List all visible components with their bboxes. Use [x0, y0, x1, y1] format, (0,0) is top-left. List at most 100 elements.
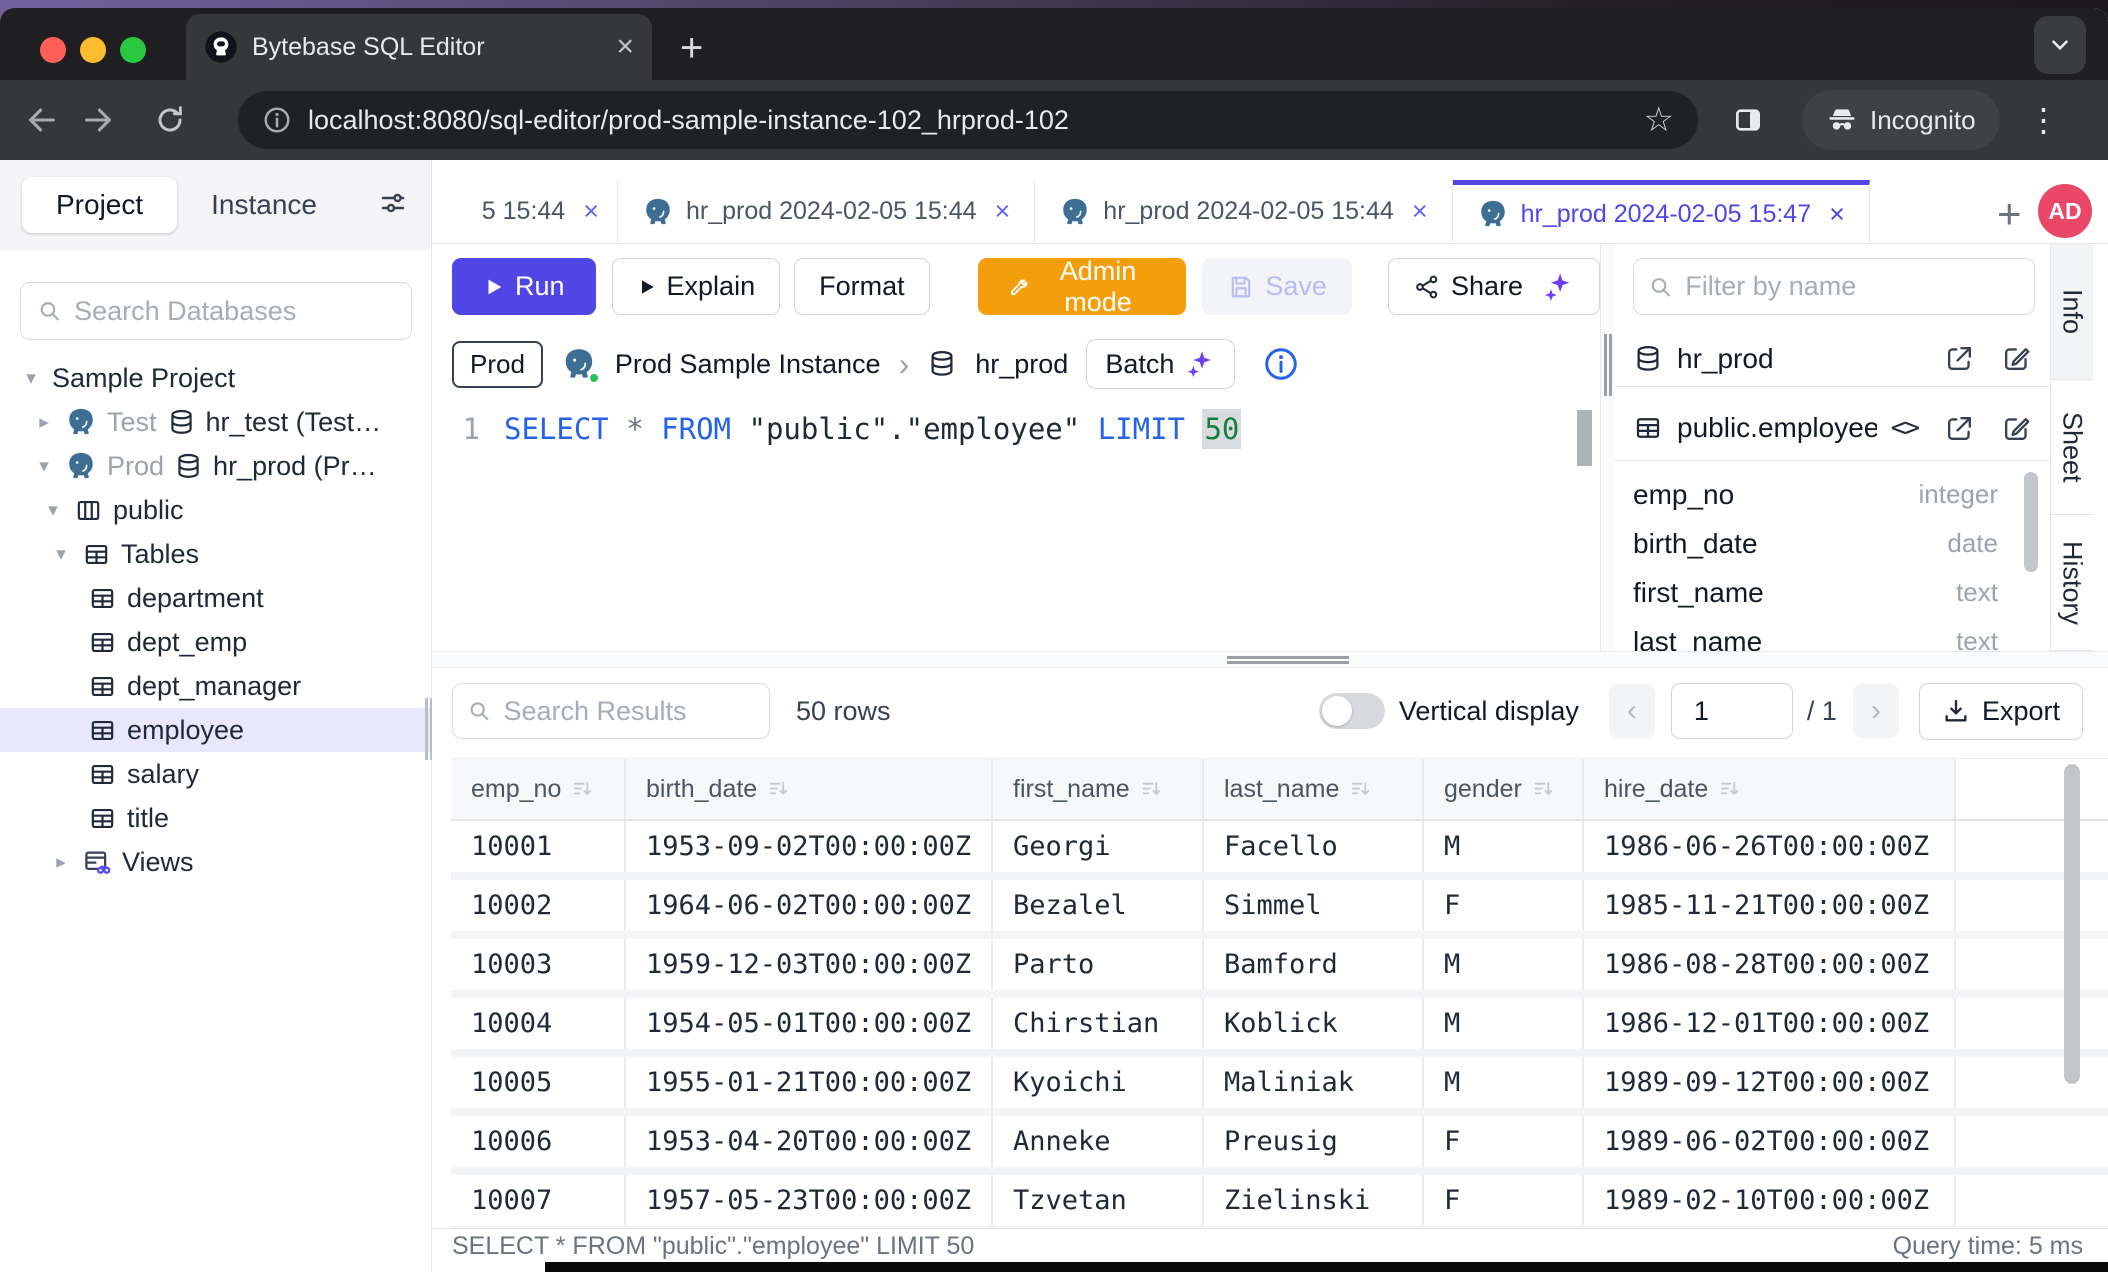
- tree-item-sample-project[interactable]: ▾Sample Project: [0, 356, 430, 400]
- column-header-birth_date[interactable]: birth_date: [626, 759, 993, 819]
- tree-item-department[interactable]: department: [0, 576, 430, 620]
- column-row-birth_date[interactable]: birth_datedate: [1633, 519, 2032, 568]
- editor-scrollbar[interactable]: [1577, 410, 1592, 466]
- sort-icon[interactable]: [1718, 778, 1741, 801]
- table-row[interactable]: 100071957-05-23T00:00:00ZTzvetanZielinsk…: [451, 1175, 2108, 1234]
- url-bar[interactable]: localhost:8080/sql-editor/prod-sample-in…: [238, 91, 1698, 149]
- filter-input[interactable]: [1685, 271, 2020, 302]
- column-header-gender[interactable]: gender: [1424, 759, 1584, 819]
- results-search-box[interactable]: [452, 683, 770, 739]
- side-tab-history[interactable]: History: [2051, 515, 2093, 650]
- sheet-tab-4[interactable]: hr_prod 2024-02-05 15:47×: [1453, 180, 1870, 243]
- tab-instance[interactable]: Instance: [177, 177, 351, 233]
- instance-name[interactable]: Prod Sample Instance: [615, 349, 881, 380]
- sort-icon[interactable]: [1140, 778, 1163, 801]
- window-minimize-button[interactable]: [80, 37, 106, 63]
- sheet-tab-1[interactable]: 5 15:44×: [432, 180, 618, 243]
- results-search-input[interactable]: [503, 696, 755, 727]
- chevron-down-icon[interactable]: ▾: [33, 455, 55, 478]
- save-button[interactable]: Save: [1202, 258, 1352, 315]
- filter-settings-button[interactable]: [378, 188, 408, 223]
- page-number-input[interactable]: [1671, 683, 1793, 739]
- close-icon[interactable]: ×: [583, 196, 599, 227]
- close-icon[interactable]: ×: [1412, 196, 1428, 227]
- user-avatar[interactable]: AD: [2038, 184, 2092, 238]
- results-splitter[interactable]: [432, 651, 2108, 668]
- view-code-icon[interactable]: <>: [1891, 413, 1918, 443]
- chevron-down-icon[interactable]: ▾: [42, 499, 64, 522]
- tree-item-tables[interactable]: ▾Tables: [0, 532, 430, 576]
- tab-project[interactable]: Project: [22, 177, 177, 233]
- new-sheet-button[interactable]: +: [1997, 190, 2022, 238]
- explain-button[interactable]: Explain: [612, 258, 781, 315]
- close-icon[interactable]: ×: [1829, 199, 1845, 230]
- database-search-box[interactable]: [20, 282, 412, 340]
- chevron-down-icon[interactable]: ▾: [50, 543, 72, 566]
- side-panel-button[interactable]: [1720, 92, 1776, 148]
- forward-button[interactable]: [70, 92, 126, 148]
- share-button[interactable]: Share: [1388, 258, 1600, 315]
- site-info-icon[interactable]: [262, 105, 292, 135]
- tree-item-salary[interactable]: salary: [0, 752, 430, 796]
- column-header-emp_no[interactable]: emp_no: [451, 759, 626, 819]
- prev-page-button[interactable]: ‹: [1609, 684, 1655, 738]
- browser-menu-button[interactable]: ⋮: [2028, 101, 2060, 139]
- chevron-right-icon[interactable]: ▸: [33, 411, 55, 434]
- info-icon[interactable]: [1263, 346, 1299, 382]
- column-row-emp_no[interactable]: emp_nointeger: [1633, 470, 2032, 519]
- side-tab-info[interactable]: Info: [2051, 244, 2093, 380]
- batch-button[interactable]: Batch: [1086, 339, 1235, 389]
- export-button[interactable]: Export: [1919, 683, 2083, 740]
- tree-item-dept-emp[interactable]: dept_emp: [0, 620, 430, 664]
- admin-mode-button[interactable]: Admin mode: [978, 258, 1187, 315]
- close-icon[interactable]: ×: [995, 196, 1011, 227]
- side-tab-sheet[interactable]: Sheet: [2051, 380, 2093, 516]
- tab-search-button[interactable]: [2034, 16, 2086, 74]
- window-zoom-button[interactable]: [120, 37, 146, 63]
- table-row[interactable]: 100041954-05-01T00:00:00ZChirstianKoblic…: [451, 998, 2108, 1057]
- database-object-row[interactable]: hr_prod: [1615, 331, 2050, 386]
- edit-icon[interactable]: [2001, 413, 2032, 444]
- tree-item-public[interactable]: ▾public: [0, 488, 430, 532]
- column-header-hire_date[interactable]: hire_date: [1584, 759, 1956, 819]
- tree-item-dept-manager[interactable]: dept_manager: [0, 664, 430, 708]
- run-button[interactable]: Run: [452, 258, 596, 315]
- tree-item-views[interactable]: ▸Views: [0, 840, 430, 884]
- sort-icon[interactable]: [767, 778, 790, 801]
- sort-icon[interactable]: [571, 778, 594, 801]
- database-name[interactable]: hr_prod: [975, 349, 1068, 380]
- table-row[interactable]: 100031959-12-03T00:00:00ZPartoBamfordM19…: [451, 939, 2108, 998]
- vertical-display-toggle[interactable]: [1319, 693, 1385, 729]
- tree-item-hr-test-test-[interactable]: ▸Testhr_test (Test…: [0, 400, 430, 444]
- browser-tab[interactable]: Bytebase SQL Editor ×: [186, 14, 652, 80]
- window-close-button[interactable]: [40, 37, 66, 63]
- tree-item-employee[interactable]: employee: [0, 708, 430, 752]
- chevron-down-icon[interactable]: ▾: [20, 367, 42, 390]
- column-header-first_name[interactable]: first_name: [993, 759, 1204, 819]
- column-list-scrollbar[interactable]: [2024, 472, 2038, 572]
- table-row[interactable]: 100021964-06-02T00:00:00ZBezalelSimmelF1…: [451, 880, 2108, 939]
- sort-icon[interactable]: [1532, 778, 1555, 801]
- table-row[interactable]: 100051955-01-21T00:00:00ZKyoichiMaliniak…: [451, 1057, 2108, 1116]
- format-button[interactable]: Format: [794, 258, 930, 315]
- external-link-icon[interactable]: [1944, 343, 1975, 374]
- tree-item-hr-prod-pr-[interactable]: ▾Prodhr_prod (Pr…: [0, 444, 430, 488]
- edit-icon[interactable]: [2001, 343, 2032, 374]
- external-link-icon[interactable]: [1944, 413, 1975, 444]
- chevron-right-icon[interactable]: ▸: [50, 851, 72, 874]
- table-row[interactable]: 100011953-09-02T00:00:00ZGeorgiFacelloM1…: [451, 821, 2108, 880]
- column-row-first_name[interactable]: first_nametext: [1633, 568, 2032, 617]
- tree-item-title[interactable]: title: [0, 796, 430, 840]
- sheet-tab-3[interactable]: hr_prod 2024-02-05 15:44×: [1035, 180, 1452, 243]
- next-page-button[interactable]: ›: [1853, 684, 1899, 738]
- reload-button[interactable]: [142, 92, 198, 148]
- sort-icon[interactable]: [1349, 778, 1372, 801]
- sql-code-line[interactable]: 1 SELECT * FROM "public"."employee" LIMI…: [432, 412, 1570, 446]
- bookmark-star-icon[interactable]: ☆: [1644, 100, 1674, 140]
- grid-scrollbar[interactable]: [2064, 764, 2080, 1084]
- browser-new-tab-button[interactable]: +: [680, 26, 703, 71]
- table-row[interactable]: 100061953-04-20T00:00:00ZAnnekePreusigF1…: [451, 1116, 2108, 1175]
- sheet-tab-2[interactable]: hr_prod 2024-02-05 15:44×: [618, 180, 1035, 243]
- editor-panel-splitter[interactable]: [1600, 244, 1615, 656]
- database-search-input[interactable]: [74, 296, 395, 327]
